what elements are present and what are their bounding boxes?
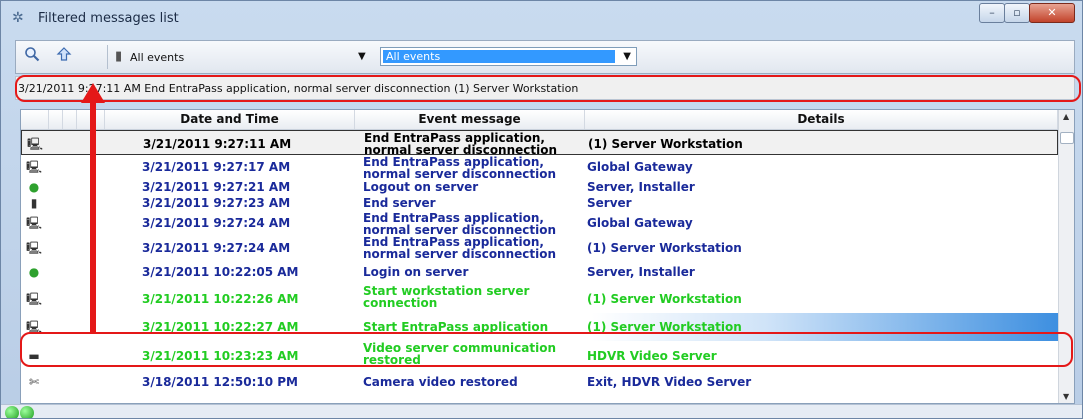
column-header-c[interactable] xyxy=(77,110,91,129)
filtered-messages-window: ✲ Filtered messages list – ▫ ✕ ▮ All eve… xyxy=(0,0,1083,419)
row-event-message: End EntraPass application, normal server… xyxy=(364,131,558,157)
table-row[interactable]: 🖳 3/21/2011 9:27:17 AM End EntraPass appli… xyxy=(21,155,1058,181)
row-details: (1) Server Workstation xyxy=(587,291,742,306)
scroll-up-icon[interactable]: ▲ xyxy=(1063,112,1069,121)
row-date: 3/18/2011 12:50:10 PM xyxy=(142,374,298,389)
table-row[interactable]: 🖳 3/21/2011 9:27:11 AM End EntraPass appli… xyxy=(21,130,1058,157)
server-icon: ▮ xyxy=(30,196,38,210)
grid-header: Date and Time Event message Details xyxy=(21,110,1058,130)
column-header-a[interactable] xyxy=(49,110,63,129)
table-row[interactable]: 🖳 3/21/2011 9:27:24 AM End EntraPass appli… xyxy=(21,211,1058,237)
title-bar: ✲ Filtered messages list – ▫ ✕ xyxy=(1,1,1082,37)
camera-icon: ✄ xyxy=(28,374,40,389)
chevron-down-icon[interactable]: ▼ xyxy=(358,51,366,62)
table-row[interactable]: ✄ 3/18/2011 12:50:10 PM Camera video resto… xyxy=(21,370,1058,393)
row-date: 3/21/2011 10:22:05 AM xyxy=(142,265,299,279)
highlight-selected-info xyxy=(15,75,1081,102)
workstation-icon: 🖳 xyxy=(26,240,43,255)
row-date: 3/21/2011 9:27:11 AM xyxy=(143,136,292,151)
green-dot-icon: ● xyxy=(28,180,40,194)
workstation-icon: 🖳 xyxy=(27,136,44,151)
green-status-icon xyxy=(20,406,34,418)
status-bar xyxy=(1,404,1082,418)
window-title: Filtered messages list xyxy=(38,11,179,26)
column-header-event-message[interactable]: Event message xyxy=(355,110,585,129)
row-event-message: End EntraPass application, normal server… xyxy=(363,155,557,181)
row-details: Global Gateway xyxy=(587,160,693,174)
column-header-b[interactable] xyxy=(63,110,77,129)
annotation-arrow-shaft xyxy=(90,97,96,333)
row-details: Server xyxy=(587,196,632,210)
row-date: 3/21/2011 9:27:23 AM xyxy=(142,196,291,210)
toolbar: ▮ All events ▼ All events ▼ xyxy=(15,40,1075,74)
close-button[interactable]: ✕ xyxy=(1029,3,1075,23)
row-date: 3/21/2011 9:27:24 AM xyxy=(142,216,291,230)
workstation-icon: 🖳 xyxy=(26,291,43,306)
row-details: (1) Server Workstation xyxy=(587,240,742,255)
row-details: (1) Server Workstation xyxy=(588,136,743,151)
arrow-up-icon xyxy=(56,47,72,61)
green-dot-icon: ● xyxy=(28,265,40,279)
event-type-combo[interactable]: All events ▼ xyxy=(380,47,637,66)
row-event-message: End EntraPass application, normal server… xyxy=(363,235,557,261)
annotation-arrow-head xyxy=(81,83,105,103)
event-type-combo-value: All events xyxy=(383,50,615,63)
app-icon: ✲ xyxy=(12,10,24,26)
workstation-icon: 🖳 xyxy=(26,160,43,174)
row-details: Server, Installer xyxy=(587,180,695,194)
row-event-message: Start workstation server connection xyxy=(363,284,530,310)
scroll-down-icon[interactable]: ▼ xyxy=(1063,392,1069,401)
go-to-top-button[interactable] xyxy=(52,45,76,69)
search-button[interactable] xyxy=(20,45,44,69)
toolbar-separator xyxy=(107,45,108,69)
chevron-down-icon[interactable]: ▼ xyxy=(623,51,631,62)
highlight-selected-row xyxy=(20,332,1073,367)
table-row[interactable]: 🖳 3/21/2011 9:27:24 AM End EntraPass appli… xyxy=(21,235,1058,260)
filter-server-icon: ▮ xyxy=(115,49,123,64)
table-row[interactable]: ▮ 3/21/2011 9:27:23 AM End server Server xyxy=(21,195,1058,211)
table-row[interactable]: 🖳 3/21/2011 10:22:26 AM Start workstation … xyxy=(21,284,1058,313)
magnifier-icon xyxy=(25,47,40,62)
row-event-message: Login on server xyxy=(363,265,469,279)
row-details: Server, Installer xyxy=(587,265,695,279)
column-header-icon[interactable] xyxy=(21,110,49,129)
minimize-button[interactable]: – xyxy=(979,3,1005,23)
row-event-message: Camera video restored xyxy=(363,374,518,389)
row-details: Exit, HDVR Video Server xyxy=(587,374,752,389)
row-date: 3/21/2011 9:27:24 AM xyxy=(142,240,291,255)
row-date: 3/21/2011 10:22:26 AM xyxy=(142,291,299,306)
column-header-date[interactable]: Date and Time xyxy=(105,110,355,129)
row-event-message: End server xyxy=(363,196,436,210)
row-date: 3/21/2011 9:27:21 AM xyxy=(142,180,291,194)
table-row[interactable]: ● 3/21/2011 9:27:21 AM Logout on server Ser… xyxy=(21,179,1058,195)
column-header-details[interactable]: Details xyxy=(585,110,1058,129)
workstation-icon: 🖳 xyxy=(26,216,43,230)
table-row[interactable]: ● 3/21/2011 10:22:05 AM Login on server Ser… xyxy=(21,260,1058,284)
event-filter-label[interactable]: All events xyxy=(130,51,184,64)
maximize-button[interactable]: ▫ xyxy=(1004,3,1030,23)
green-status-icon xyxy=(5,406,19,418)
row-date: 3/21/2011 9:27:17 AM xyxy=(142,160,291,174)
row-event-message: End EntraPass application, normal server… xyxy=(363,211,557,237)
row-details: Global Gateway xyxy=(587,216,693,230)
row-event-message: Logout on server xyxy=(363,180,479,194)
scroll-thumb[interactable] xyxy=(1060,132,1074,144)
